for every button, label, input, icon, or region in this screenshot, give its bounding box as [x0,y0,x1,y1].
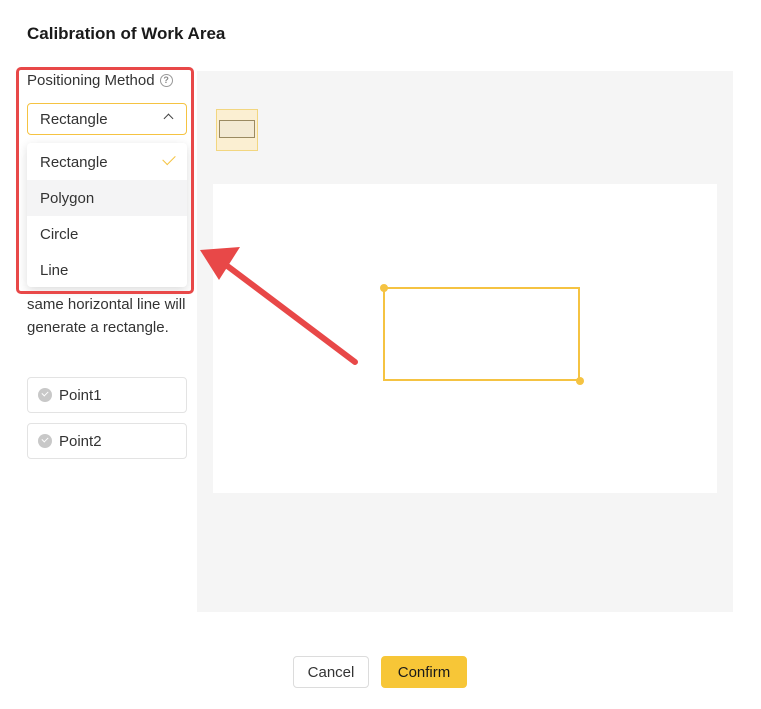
thumbnail-viewport [219,120,255,138]
check-circle-icon [38,388,52,402]
cancel-button[interactable]: Cancel [293,656,369,688]
calibration-rectangle[interactable] [383,287,580,381]
option-label: Circle [40,225,79,243]
point-label: Point2 [59,432,102,450]
selected-value: Rectangle [40,110,108,128]
check-circle-icon [38,434,52,448]
check-icon [162,151,176,166]
option-rectangle[interactable]: Rectangle [27,144,187,180]
option-circle[interactable]: Circle [27,216,187,252]
point2-item[interactable]: Point2 [27,423,187,459]
positioning-method-dropdown: Rectangle Polygon Circle Line [27,143,187,287]
corner-handle-top-left[interactable] [380,284,388,292]
dialog-title: Calibration of Work Area [27,24,226,43]
option-line[interactable]: Line [27,252,187,288]
confirm-button[interactable]: Confirm [381,656,467,688]
option-polygon[interactable]: Polygon [27,180,187,216]
option-label: Line [40,261,69,279]
positioning-method-label: Positioning Method [27,72,155,89]
option-label: Rectangle [40,153,108,171]
positioning-method-select[interactable]: Rectangle [27,103,187,135]
chevron-up-icon [163,113,174,124]
method-description: same horizontal line will generate a rec… [27,296,186,336]
help-icon[interactable]: ? [159,74,173,87]
positioning-method-label-row: Positioning Method ? [27,72,173,89]
option-label: Polygon [40,189,95,207]
work-area-thumbnail[interactable] [216,109,258,151]
corner-handle-bottom-right[interactable] [576,377,584,385]
point1-item[interactable]: Point1 [27,377,187,413]
point-label: Point1 [59,386,102,404]
